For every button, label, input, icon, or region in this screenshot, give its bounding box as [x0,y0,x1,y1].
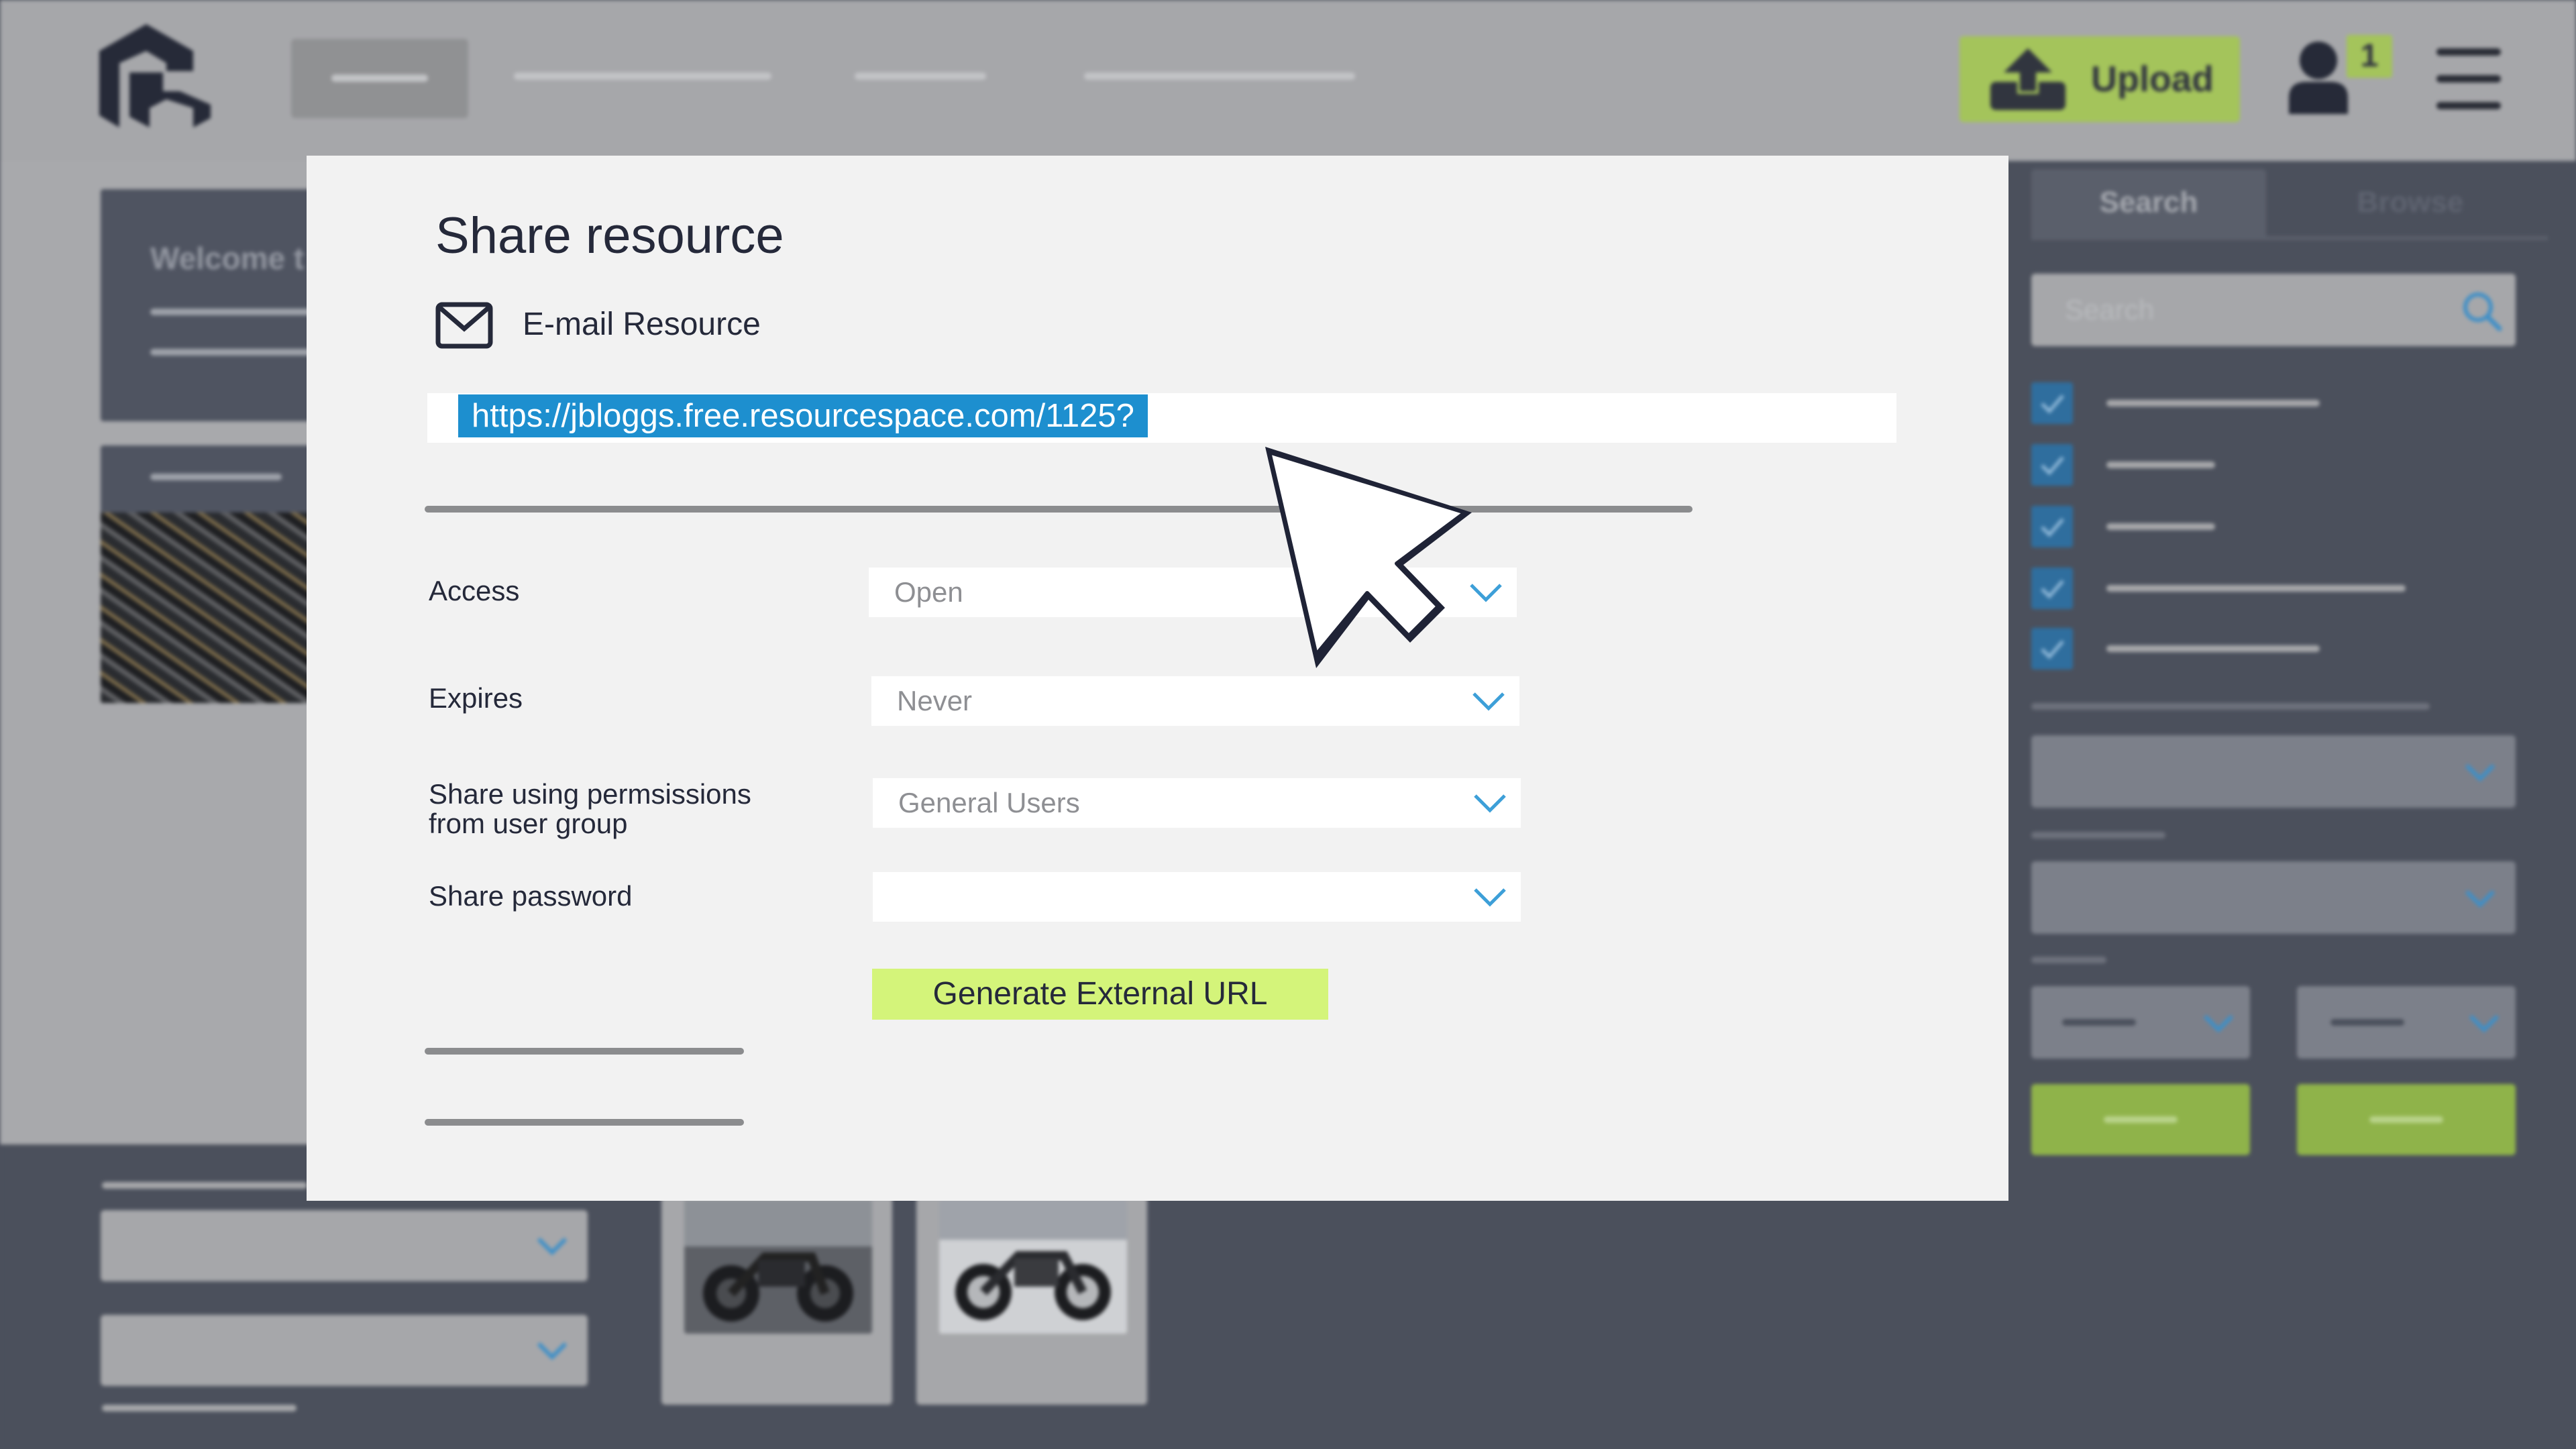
mouse-pointer-icon [1265,447,1472,668]
tab-browse[interactable]: Browse [2293,169,2528,236]
logo [99,24,211,127]
filter-select[interactable] [2031,986,2250,1059]
placeholder-line [425,1048,744,1055]
expires-select[interactable]: Never [871,676,1519,726]
modal-title: Share resource [435,207,784,264]
notification-badge: 1 [2347,35,2392,78]
welcome-text: Welcome t [150,241,305,276]
nav-item[interactable] [855,72,986,80]
nav-item[interactable] [1084,72,1355,80]
nav-item-active[interactable] [291,39,468,118]
resource-thumbnail [101,513,322,703]
expires-value: Never [897,685,973,716]
share-resource-modal: Share resource E-mail Resource https://j… [307,156,2008,1201]
resource-card[interactable] [101,445,322,703]
chevron-down-icon [1474,794,1506,813]
envelope-icon[interactable] [435,302,493,349]
filter-select[interactable] [101,1315,588,1386]
chevron-down-icon [1474,888,1506,907]
user-group-value: General Users [898,787,1080,818]
share-password-label: Share password [429,880,633,912]
access-label: Access [429,575,520,606]
filter-button[interactable] [2297,1084,2516,1155]
share-password-select[interactable] [873,872,1521,922]
filter-select[interactable] [2031,735,2516,808]
search-placeholder: Search [2065,294,2155,325]
filter-checkbox[interactable] [2031,628,2073,669]
user-group-select[interactable]: General Users [873,778,1521,828]
search-icon[interactable] [2461,290,2502,331]
resource-card[interactable] [916,1183,1147,1405]
filter-checkbox[interactable] [2031,506,2073,547]
filter-checkbox[interactable] [2031,568,2073,609]
placeholder-line [425,1119,744,1126]
filter-checkbox[interactable] [2031,382,2073,424]
email-resource-link[interactable]: E-mail Resource [523,306,761,343]
upload-icon [1990,48,2065,110]
search-input[interactable]: Search [2031,274,2516,346]
menu-icon[interactable] [2436,48,2501,109]
welcome-card: Welcome t [101,189,322,421]
tab-search[interactable]: Search [2031,169,2266,236]
chevron-down-icon [1472,692,1505,711]
upload-button[interactable]: Upload [1960,36,2240,122]
top-bar: Upload 1 [0,0,2576,161]
filter-select[interactable] [2031,861,2516,934]
user-icon[interactable] [2286,40,2351,114]
filter-button[interactable] [2031,1084,2250,1155]
filter-select[interactable] [2297,986,2516,1059]
divider [425,506,1693,513]
motorcycle-image [684,1199,872,1334]
motorcycle-image [939,1199,1127,1334]
upload-label: Upload [2091,59,2214,99]
filter-checkbox[interactable] [2031,444,2073,486]
access-value: Open [894,576,963,608]
filter-select[interactable] [101,1210,588,1281]
user-group-label: Share using permsissions from user group [429,778,751,839]
nav-item[interactable] [514,72,771,80]
generate-external-url-button[interactable]: Generate External URL [872,969,1328,1020]
resource-card[interactable] [661,1183,892,1405]
share-url-selected-text[interactable]: https://jbloggs.free.resourcespace.com/1… [458,394,1148,437]
expires-label: Expires [429,682,523,714]
